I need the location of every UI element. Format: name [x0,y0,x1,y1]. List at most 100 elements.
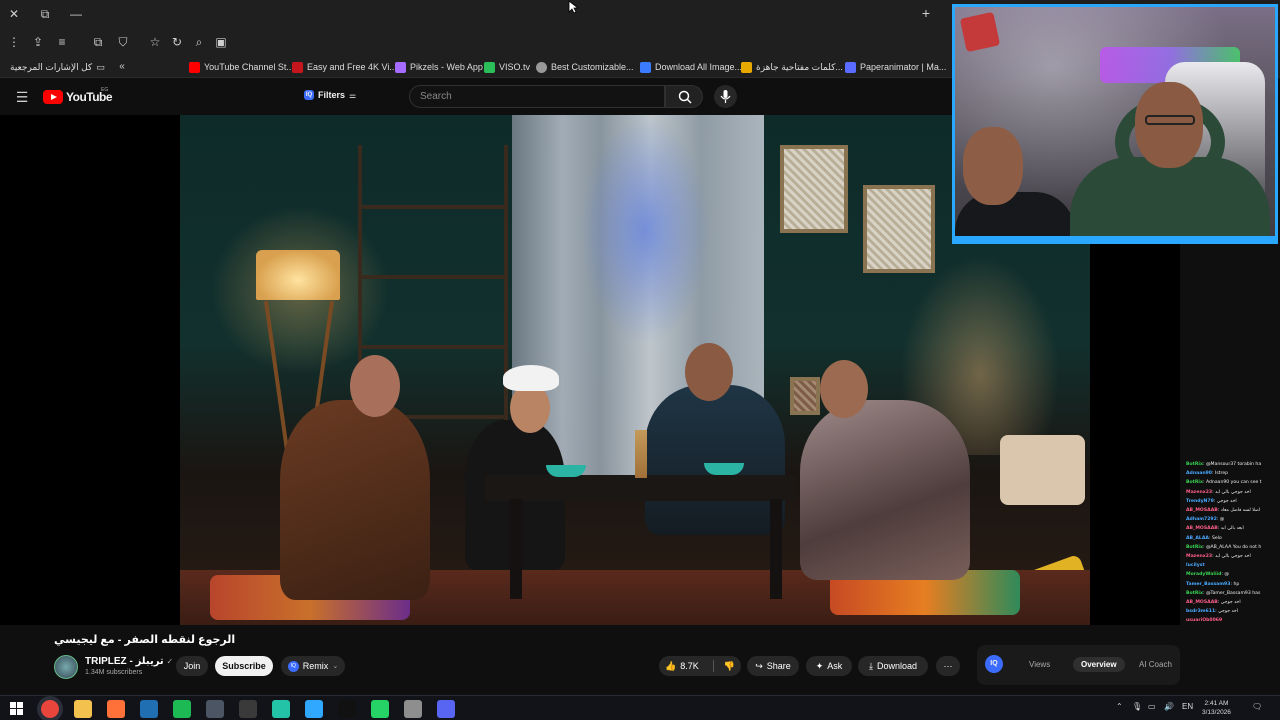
chat-message: BotRix: @Tamer_Bassam93 has [1186,589,1280,598]
favicon-icon [484,61,495,73]
menu-dots-icon[interactable]: ⋮ [6,34,22,50]
mic-tray-icon[interactable]: 🎙 [1132,702,1142,711]
chat-text: : @Tamer_Bassam93 has [1202,590,1261,596]
chat-username: Mazenx23 [1186,489,1213,495]
chat-username: Mazenx23 [1186,554,1213,560]
clock[interactable]: 2:41 AM 3/13/2026 [1202,699,1231,717]
restore-window-button[interactable]: ⧉ [37,6,53,22]
channel-name[interactable]: TRIPLEZ - تريبلز ✓ [85,656,173,667]
tab-overview[interactable]: Overview [1073,657,1125,672]
bookmark-best-customizable[interactable]: Best Customizable... [536,60,634,74]
download-icon: ⤓ [868,660,873,671]
remix-label: Remix [302,661,329,671]
youtube-favicon-icon [189,61,200,73]
language-indicator[interactable]: EN [1182,702,1193,711]
all-bookmarks-folder[interactable]: كل الإشارات المرجعية ▭ [10,60,105,74]
extension-shield-icon[interactable]: ⛉ [115,34,131,50]
taskbar-photoshop-icon[interactable] [305,700,323,718]
clock-date: 3/13/2026 [1202,709,1231,716]
dislike-button[interactable]: 👎 [724,661,735,672]
extension-upload-icon[interactable]: ⇪ [30,34,46,50]
favicon-icon [395,61,406,73]
bookmark-paperanimator[interactable]: Paperanimator | Ma... [845,60,946,74]
notification-icon[interactable]: 🗨 [1252,702,1262,711]
taskbar-vegas-icon[interactable] [140,700,158,718]
chat-message: bsdr3m611: اخد جوجي [1186,607,1280,616]
filters-button[interactable]: IQ Filters ⚌ [304,90,356,100]
bookmark-star-icon[interactable]: ☆ [147,34,163,50]
search-button[interactable] [665,85,703,108]
chevron-left-icon[interactable]: « [114,59,130,75]
extension-list-icon[interactable]: ≡ [54,34,70,50]
bookmark-easy-free-4k[interactable]: Easy and Free 4K Vi... [292,60,397,74]
small-photo-frame [790,377,820,415]
bookmark-download-images[interactable]: Download All Image... [640,60,742,74]
search-placeholder: Search [420,91,452,102]
chat-text: : اصلا لسه فاضل معاد [1217,508,1261,514]
windows-start-icon[interactable] [10,702,23,715]
more-actions-button[interactable]: ··· [936,656,960,676]
close-window-button[interactable]: ✕ [6,6,22,22]
person-1-head [350,355,400,417]
tab-ai-coach[interactable]: AI Coach [1131,657,1180,672]
taskbar-firefox-icon[interactable] [107,700,125,718]
remix-button[interactable]: IQ Remix ⌄ [281,656,345,676]
wall-frame-left [780,145,848,233]
taskbar-app-gray-icon[interactable] [404,700,422,718]
streamer-webcam-overlay [952,4,1278,244]
subscribe-button[interactable]: Subscribe [215,656,273,676]
like-dislike-group: 👍 8.7K 👎 [659,656,741,676]
ask-button[interactable]: ✦ Ask [806,656,852,676]
folder-icon: ▭ [96,61,105,72]
taskbar-app-teal-icon[interactable] [272,700,290,718]
network-icon[interactable]: ▭ [1148,702,1156,711]
chat-text: : @ [1216,517,1225,523]
taskbar-obs-icon[interactable] [239,700,257,718]
person-4-head [820,360,868,418]
reed-diffuser [635,430,647,478]
tray-chevron-up-icon[interactable]: ⌃ [1116,702,1123,711]
new-tab-button[interactable]: + [918,5,934,21]
minimize-window-button[interactable]: — [68,6,84,22]
vidiq-badge-icon[interactable]: IQ [985,655,1003,673]
bookmark-pikzels[interactable]: Pikzels - Web App [395,60,483,74]
table-leg [510,499,522,599]
channel-avatar[interactable] [54,655,78,679]
chat-text: : اخد جوجي [1217,600,1241,606]
join-button[interactable]: Join [176,656,208,676]
volume-icon[interactable]: 🔊 [1164,702,1174,711]
chat-text: : Selo [1208,535,1222,541]
youtube-logo-icon[interactable] [43,90,63,104]
chat-username: Adham7292 [1186,517,1217,523]
bookmark-keywords[interactable]: كلمات مفتاحية جاهزة... [741,60,843,74]
share-button[interactable]: ↪ Share [747,656,799,676]
chat-text: : اخد جوجي بالي ابد [1212,489,1251,495]
taskbar-speed-app-icon[interactable] [206,700,224,718]
favicon-icon [741,61,752,73]
like-button[interactable]: 👍 8.7K [665,661,699,672]
chat-message: Adham7292: @ [1186,515,1280,524]
download-button[interactable]: ⤓ Download [858,656,928,676]
chat-message: Mazenx23: اخد جوجي بالي ابد [1186,488,1280,497]
chat-message: Adnaan90: Istrep [1186,469,1280,478]
globe-icon [536,61,547,73]
tab-views[interactable]: Views [1021,657,1058,672]
bookmark-youtube-channel[interactable]: YouTube Channel St... [189,60,294,74]
extension-refresh-icon[interactable]: ↻ [169,34,185,50]
voice-search-button[interactable] [714,85,737,108]
taskbar-whatsapp-icon[interactable] [371,700,389,718]
taskbar-chrome-icon[interactable] [41,700,59,718]
taskbar-file-explorer-icon[interactable] [74,700,92,718]
streamer-right-head [1135,82,1203,168]
extension-puzzle-icon[interactable]: ⧉ [90,34,106,50]
hamburger-menu-icon[interactable]: ☰ [14,89,30,105]
taskbar-tiktok-icon[interactable] [338,700,356,718]
person-1 [280,400,430,600]
taskbar-discord-icon[interactable] [437,700,455,718]
zoom-search-icon[interactable]: ⌕ [191,34,207,50]
extension-screen-icon[interactable]: ▣ [213,34,229,50]
search-input[interactable]: Search [409,85,665,108]
bookmark-viso[interactable]: VISO.tv [484,60,530,74]
taskbar-app-green-icon[interactable] [173,700,191,718]
wall-sticker [959,11,1001,53]
